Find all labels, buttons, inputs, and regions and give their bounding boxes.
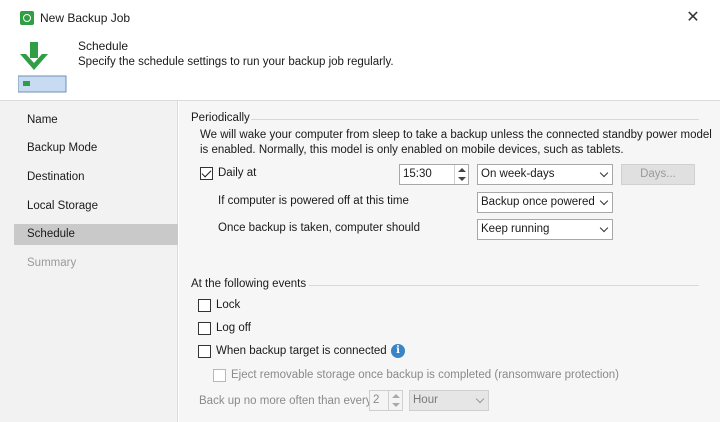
days-button[interactable]: Days... (621, 164, 695, 185)
time-stepper-buttons[interactable] (454, 165, 468, 184)
after-backup-value: Keep running (481, 223, 550, 235)
arrow-down-icon (392, 403, 400, 407)
periodically-section-title: Periodically (191, 112, 250, 124)
powered-off-dropdown[interactable]: Backup once powered on (477, 192, 613, 213)
limit-stepper-buttons (388, 391, 402, 410)
powered-off-label: If computer is powered off at this time (218, 195, 409, 207)
after-backup-label: Once backup is taken, computer should (218, 222, 421, 234)
frequency-value: On week-days (481, 168, 555, 180)
after-backup-dropdown[interactable]: Keep running (477, 219, 613, 240)
wake-note-line2: is enabled. Normally, this model is only… (200, 144, 624, 156)
lock-label: Lock (216, 299, 241, 311)
sidebar-item-summary: Summary (27, 257, 77, 269)
wake-note-line1: We will wake your computer from sleep to… (200, 129, 712, 141)
events-section-title: At the following events (191, 278, 307, 290)
sidebar-item-backup-mode[interactable]: Backup Mode (14, 138, 178, 159)
daily-at-checkbox[interactable] (200, 167, 213, 180)
backup-limit-unit: Hour (413, 394, 438, 406)
chevron-down-icon (599, 168, 609, 178)
wizard-steps-sidebar: Name Backup Mode Destination Local Stora… (0, 101, 178, 422)
target-connected-label: When backup target is connected (216, 345, 387, 357)
eject-storage-label: Eject removable storage once backup is c… (231, 369, 619, 381)
chevron-down-icon (599, 223, 609, 233)
schedule-panel: Periodically We will wake your computer … (179, 101, 720, 422)
arrow-up-icon (392, 394, 400, 398)
chevron-down-icon (475, 394, 485, 404)
backup-limit-unit-dropdown: Hour (409, 390, 489, 411)
chevron-down-icon (599, 196, 609, 206)
lock-checkbox[interactable] (198, 299, 211, 312)
veeam-app-icon (20, 11, 34, 25)
daily-time-stepper[interactable]: 15:30 (399, 164, 469, 185)
daily-at-label: Daily at (218, 167, 257, 179)
target-connected-checkbox[interactable] (198, 345, 211, 358)
window-title: New Backup Job (40, 11, 131, 25)
wizard-header: Schedule Specify the schedule settings t… (0, 36, 720, 100)
info-icon[interactable]: i (391, 344, 405, 358)
frequency-dropdown[interactable]: On week-days (477, 164, 613, 185)
sidebar-item-schedule[interactable]: Schedule (14, 224, 178, 245)
eject-storage-checkbox (213, 369, 226, 382)
daily-time-value: 15:30 (403, 168, 432, 180)
arrow-up-icon[interactable] (458, 168, 466, 172)
sidebar-item-name[interactable]: Name (14, 110, 178, 131)
logoff-label: Log off (216, 322, 251, 334)
close-button[interactable]: ✕ (680, 6, 706, 30)
powered-off-value: Backup once powered on (481, 196, 594, 208)
sidebar-item-destination[interactable]: Destination (14, 167, 178, 188)
sidebar-item-local-storage[interactable]: Local Storage (14, 196, 178, 217)
logoff-checkbox[interactable] (198, 322, 211, 335)
title-bar: New Backup Job ✕ (0, 0, 720, 36)
backup-limit-value: 2 (373, 394, 380, 406)
download-arrow-icon (18, 42, 67, 93)
arrow-down-icon[interactable] (458, 177, 466, 181)
step-description: Specify the schedule settings to run you… (78, 56, 394, 68)
step-title: Schedule (78, 39, 129, 53)
backup-limit-label: Back up no more often than every (199, 395, 372, 407)
backup-limit-stepper: 2 (369, 390, 403, 411)
events-section-line (309, 285, 699, 286)
periodically-section-line (251, 119, 699, 120)
